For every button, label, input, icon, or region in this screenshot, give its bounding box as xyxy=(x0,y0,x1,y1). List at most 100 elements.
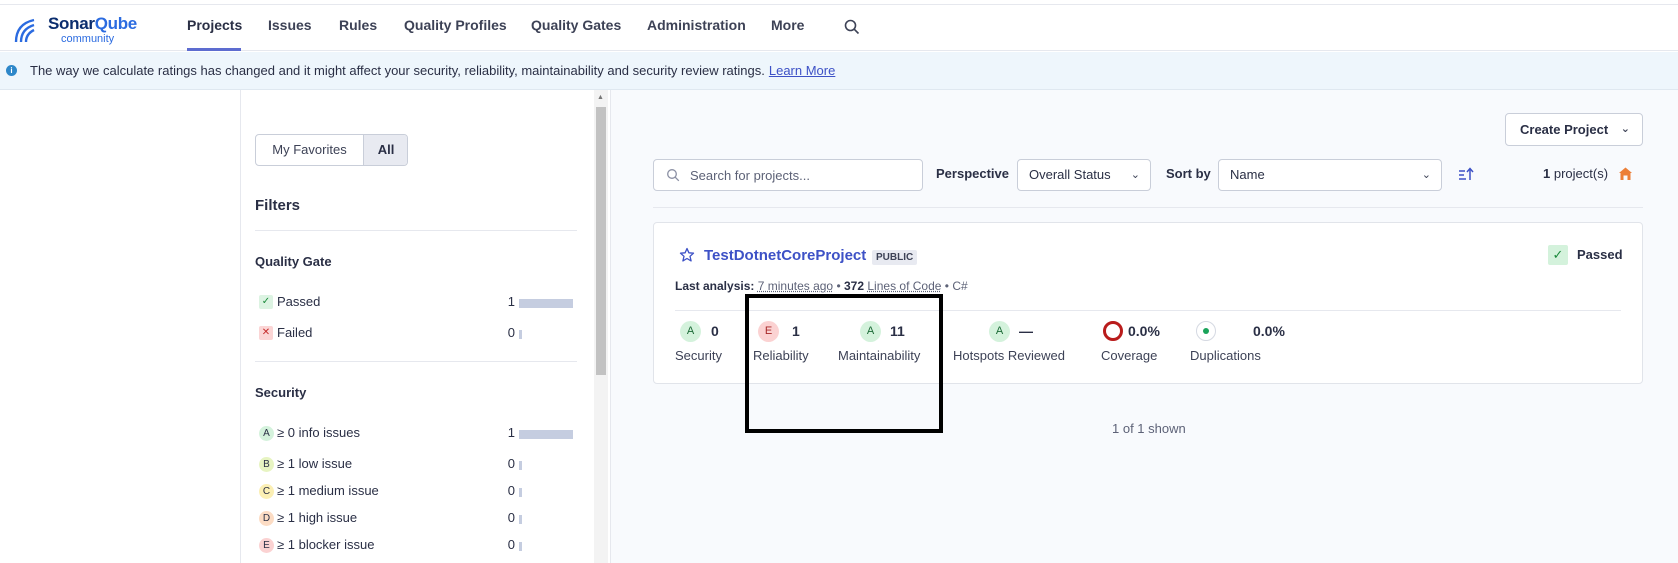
chevron-down-icon: ⌄ xyxy=(1620,123,1630,135)
all-button[interactable]: All xyxy=(363,135,407,165)
metric-hotspots[interactable]: A — Hotspots Reviewed xyxy=(953,321,1073,371)
filter-bar xyxy=(519,430,573,439)
my-favorites-button[interactable]: My Favorites xyxy=(256,135,363,165)
nav-rules[interactable]: Rules xyxy=(339,17,377,33)
search-icon[interactable] xyxy=(843,18,861,36)
filter-count: 0 xyxy=(507,325,515,340)
hotspots-value: — xyxy=(1019,323,1033,339)
divider xyxy=(653,207,1643,208)
rating-c-badge: C xyxy=(259,484,274,499)
coverage-ring-icon xyxy=(1103,321,1123,341)
info-icon: i xyxy=(6,65,17,76)
duplications-indicator-icon xyxy=(1196,321,1216,341)
quality-gate-title: Quality Gate xyxy=(255,254,332,269)
filter-count: 1 xyxy=(507,294,515,309)
nav-projects[interactable]: Projects xyxy=(187,17,242,33)
sonarqube-logo[interactable]: SonarQube community xyxy=(12,12,152,46)
duplications-value: 0.0% xyxy=(1253,323,1285,339)
coverage-value: 0.0% xyxy=(1128,323,1160,339)
divider xyxy=(255,361,577,362)
project-meta: Last analysis: 7 minutes ago • 372 Lines… xyxy=(675,279,968,293)
filter-label: Failed xyxy=(277,325,313,340)
hotspots-rating-badge: A xyxy=(989,321,1010,342)
learn-more-link[interactable]: Learn More xyxy=(769,63,835,78)
filter-bar xyxy=(519,542,522,551)
rating-d-badge: D xyxy=(259,511,274,526)
divider xyxy=(255,230,577,231)
filter-security-c[interactable]: C ≥ 1 medium issue 0 xyxy=(255,481,575,501)
filter-label: Passed xyxy=(277,294,321,309)
nav-quality-profiles[interactable]: Quality Profiles xyxy=(404,17,507,33)
security-title: Security xyxy=(255,385,307,400)
home-icon[interactable] xyxy=(1618,166,1633,181)
filter-count: 0 xyxy=(507,483,515,498)
nav-more[interactable]: More xyxy=(771,17,804,33)
check-icon: ✓ xyxy=(1548,245,1568,265)
rating-b-badge: B xyxy=(259,457,274,472)
project-count: 1 project(s) xyxy=(1543,166,1609,181)
filter-security-b[interactable]: B ≥ 1 low issue 0 xyxy=(255,454,575,474)
sort-direction-icon[interactable] xyxy=(1458,166,1474,182)
coverage-label: Coverage xyxy=(1101,348,1158,363)
filter-label: ≥ 1 blocker issue xyxy=(277,537,375,552)
lines-of-code-label: Lines of Code xyxy=(867,279,942,293)
perspective-label: Perspective xyxy=(936,166,1009,181)
cross-icon: ✕ xyxy=(259,326,273,340)
filter-label: ≥ 1 medium issue xyxy=(277,483,379,498)
favorites-toggle: My Favorites All xyxy=(255,134,408,166)
chevron-down-icon: ⌄ xyxy=(1421,169,1431,181)
language: C# xyxy=(952,279,968,293)
active-tab-underline xyxy=(187,48,241,51)
results-count: 1 of 1 shown xyxy=(1112,421,1186,436)
nav-issues[interactable]: Issues xyxy=(268,17,312,33)
chevron-down-icon: ⌄ xyxy=(1130,169,1140,181)
filter-count: 0 xyxy=(507,537,515,552)
metric-security[interactable]: A 0 Security xyxy=(675,321,735,371)
security-value: 0 xyxy=(711,323,719,339)
project-search[interactable] xyxy=(653,159,923,191)
scroll-up-arrow-icon[interactable]: ▲ xyxy=(597,94,604,101)
brand-name: SonarQube xyxy=(48,14,137,33)
lines-of-code-value: 372 xyxy=(844,279,865,293)
filter-label: ≥ 1 low issue xyxy=(277,456,353,471)
filters-title: Filters xyxy=(255,197,301,214)
search-icon xyxy=(667,169,680,182)
nav-administration[interactable]: Administration xyxy=(647,17,746,33)
create-project-button[interactable]: Create Project ⌄ xyxy=(1505,113,1643,146)
perspective-select[interactable]: Overall Status ⌄ xyxy=(1017,159,1151,191)
filter-bar xyxy=(519,299,573,308)
brand-edition: community xyxy=(61,33,115,45)
favorite-star-icon[interactable] xyxy=(679,247,695,263)
search-input[interactable] xyxy=(690,165,910,185)
sidebar-scroll-thumb[interactable] xyxy=(596,107,606,375)
rating-a-badge: A xyxy=(259,426,274,441)
filter-count: 0 xyxy=(507,510,515,525)
filter-failed[interactable]: ✕ Failed 0 xyxy=(255,323,575,343)
sort-select[interactable]: Name ⌄ xyxy=(1218,159,1442,191)
check-icon: ✓ xyxy=(259,295,273,309)
filter-security-a[interactable]: A ≥ 0 info issues 1 xyxy=(255,423,575,443)
quality-gate-status: Passed xyxy=(1577,247,1623,262)
filter-label: ≥ 1 high issue xyxy=(277,510,358,525)
banner-text: The way we calculate ratings has changed… xyxy=(30,63,836,78)
info-banner: i The way we calculate ratings has chang… xyxy=(0,52,1678,90)
metric-coverage[interactable]: 0.0% Coverage xyxy=(1101,321,1171,371)
top-navbar: SonarQube community Projects Issues Rule… xyxy=(0,5,1678,51)
nav-quality-gates[interactable]: Quality Gates xyxy=(531,17,621,33)
filter-bar xyxy=(519,488,522,497)
filter-passed[interactable]: ✓ Passed 1 xyxy=(255,292,575,312)
filter-count: 0 xyxy=(507,456,515,471)
filter-label: ≥ 0 info issues xyxy=(277,425,361,440)
metric-duplications[interactable]: 0.0% Duplications xyxy=(1190,321,1285,371)
last-analysis-time: 7 minutes ago xyxy=(757,279,834,293)
filter-security-d[interactable]: D ≥ 1 high issue 0 xyxy=(255,508,575,528)
filter-bar xyxy=(519,330,522,339)
sonar-waves-icon xyxy=(14,18,35,43)
filter-security-e[interactable]: E ≥ 1 blocker issue 0 xyxy=(255,535,575,555)
visibility-badge: PUBLIC xyxy=(872,250,918,265)
security-label: Security xyxy=(675,348,722,363)
duplications-label: Duplications xyxy=(1190,348,1261,363)
filter-bar xyxy=(519,515,522,524)
filter-count: 1 xyxy=(507,425,515,440)
project-name-link[interactable]: TestDotnetCoreProject xyxy=(704,247,866,264)
